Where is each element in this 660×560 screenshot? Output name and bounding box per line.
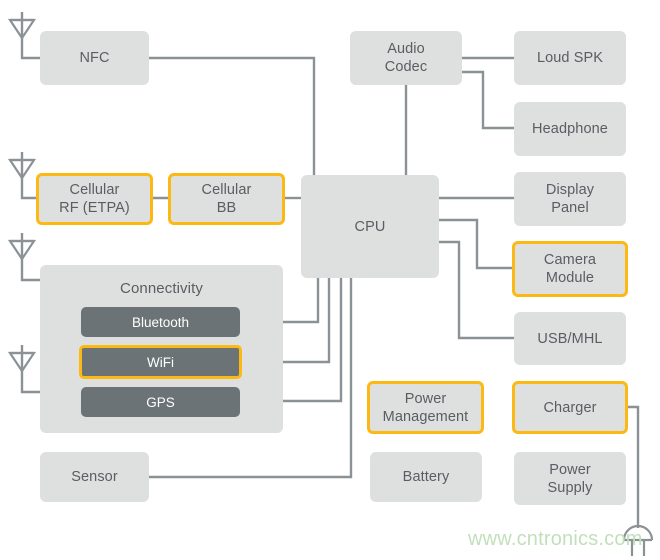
- block-charger[interactable]: Charger: [512, 381, 628, 434]
- block-diagram-canvas: NFC Cellular RF (ETPA) Cellular BB Conne…: [0, 0, 660, 560]
- block-nfc-label: NFC: [79, 50, 110, 66]
- wire-cpu-camera: [439, 218, 513, 270]
- block-camera-module[interactable]: Camera Module: [512, 241, 628, 297]
- block-power-management-label: Power Management: [382, 390, 469, 425]
- antenna-wifi-bt-wire: [20, 233, 40, 282]
- block-display-panel-label: Display Panel: [545, 182, 595, 216]
- block-cpu-label: CPU: [354, 218, 386, 235]
- block-battery[interactable]: Battery: [370, 452, 482, 502]
- wire-audiocodec-headphone: [462, 70, 515, 130]
- wire-cpu-wifi: [283, 277, 331, 364]
- watermark: www.cntronics.com: [468, 528, 643, 550]
- block-sensor-label: Sensor: [71, 469, 118, 485]
- block-wifi[interactable]: WiFi: [79, 345, 242, 379]
- block-battery-label: Battery: [402, 469, 450, 485]
- block-wifi-label: WiFi: [147, 354, 174, 370]
- block-audio-codec-label: Audio Codec: [384, 41, 428, 75]
- block-loud-spk[interactable]: Loud SPK: [514, 31, 626, 85]
- block-power-supply[interactable]: Power Supply: [514, 452, 626, 505]
- wire-cpu-usbmhl: [439, 240, 515, 340]
- wire-cpu-bluetooth: [283, 277, 320, 324]
- block-display-panel[interactable]: Display Panel: [514, 172, 626, 226]
- block-loud-spk-label: Loud SPK: [536, 50, 604, 66]
- block-charger-label: Charger: [543, 399, 597, 416]
- block-sensor[interactable]: Sensor: [40, 452, 149, 502]
- block-headphone[interactable]: Headphone: [514, 102, 626, 156]
- block-gps-label: GPS: [146, 394, 175, 410]
- block-nfc[interactable]: NFC: [40, 31, 149, 85]
- block-connectivity-label: Connectivity: [120, 280, 203, 297]
- block-cellular-bb-label: Cellular BB: [201, 182, 252, 216]
- block-cellular-rf-etpa-label: Cellular RF (ETPA): [59, 182, 130, 216]
- block-usb-mhl[interactable]: USB/MHL: [514, 312, 626, 365]
- wire-nfc-cpu: [149, 56, 316, 176]
- block-bluetooth[interactable]: Bluetooth: [81, 307, 240, 337]
- block-cellular-bb[interactable]: Cellular BB: [168, 173, 285, 225]
- block-audio-codec[interactable]: Audio Codec: [350, 31, 462, 85]
- block-power-management[interactable]: Power Management: [367, 381, 484, 434]
- antenna-gps-wire: [20, 345, 40, 394]
- wire-cpu-gps: [283, 277, 343, 403]
- block-bluetooth-label: Bluetooth: [131, 314, 190, 330]
- block-camera-module-label: Camera Module: [543, 252, 597, 286]
- antenna-nfc-wire: [20, 12, 40, 60]
- block-cpu[interactable]: CPU: [301, 175, 439, 278]
- block-headphone-label: Headphone: [532, 121, 608, 137]
- block-gps[interactable]: GPS: [81, 387, 240, 417]
- block-cellular-rf-etpa[interactable]: Cellular RF (ETPA): [36, 173, 153, 225]
- block-power-supply-label: Power Supply: [547, 461, 593, 496]
- block-usb-mhl-label: USB/MHL: [537, 330, 603, 347]
